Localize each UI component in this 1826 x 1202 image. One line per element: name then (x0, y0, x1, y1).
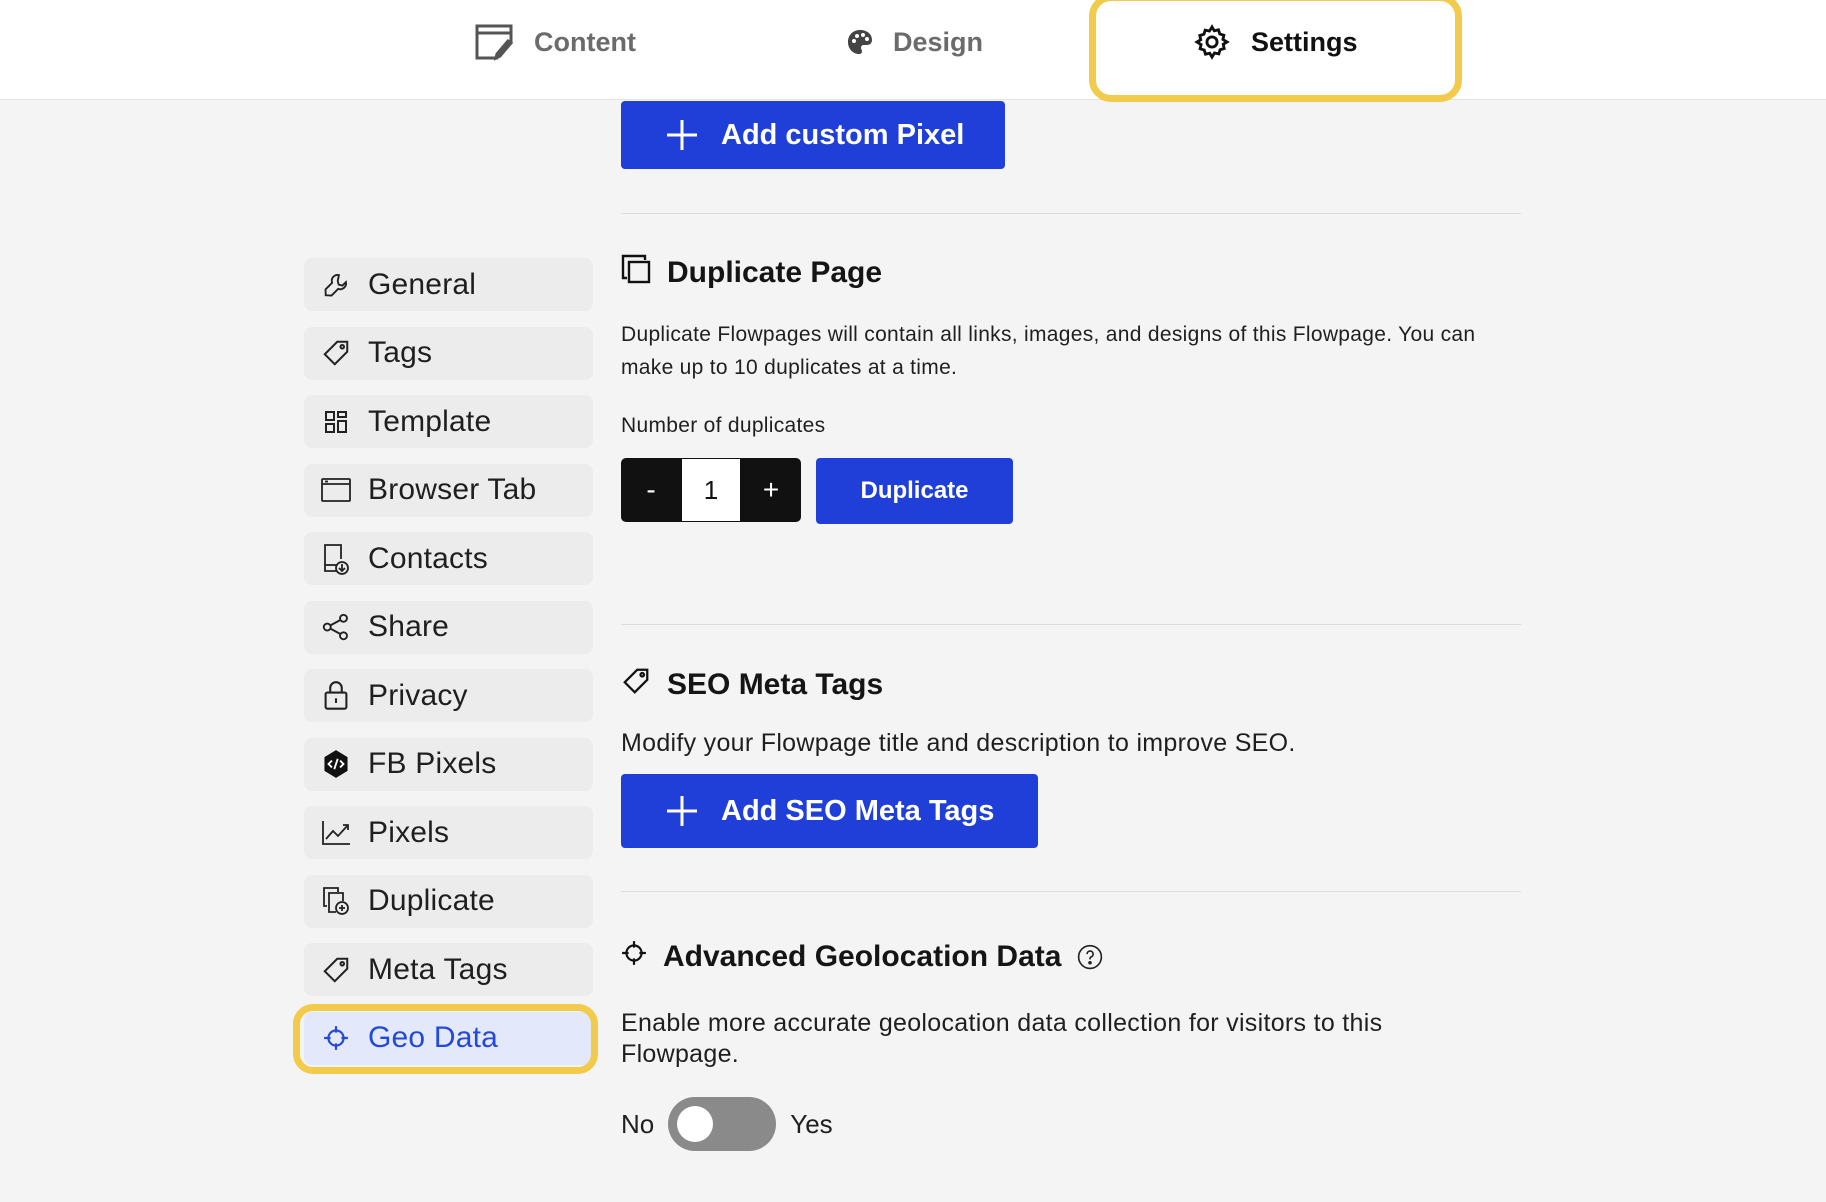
sidebar-item-label: Contacts (368, 541, 488, 575)
share-icon (304, 612, 368, 642)
crosshair-icon (621, 940, 647, 974)
sidebar-item-meta-tags[interactable]: Meta Tags (304, 943, 593, 996)
duplicate-page-description: Duplicate Flowpages will contain all lin… (621, 323, 1476, 379)
tab-settings-label: Settings (1251, 26, 1358, 57)
tag-icon (621, 666, 651, 704)
section-divider (621, 624, 1521, 625)
sidebar-item-template[interactable]: Template (304, 395, 593, 448)
section-divider (621, 891, 1521, 892)
geolocation-heading: Advanced Geolocation Data (621, 940, 1103, 974)
tab-design[interactable]: Design (847, 0, 983, 84)
sidebar-item-label: Tags (368, 336, 433, 369)
toggle-yes-label: Yes (790, 1108, 833, 1139)
tab-design-label: Design (893, 26, 984, 57)
duplicate-page-title: Duplicate Page (667, 256, 883, 289)
geolocation-title: Advanced Geolocation Data (663, 940, 1062, 973)
settings-sidebar: General Tags Template Browser Tab Contac… (304, 258, 593, 1080)
tag-icon (304, 955, 368, 985)
sidebar-item-general[interactable]: General (304, 258, 593, 311)
seo-meta-tags-title: SEO Meta Tags (667, 668, 884, 701)
sidebar-item-label: Share (368, 610, 450, 643)
seo-meta-tags-description: Modify your Flowpage title and descripti… (621, 729, 1296, 757)
plus-icon (665, 794, 699, 828)
duplicate-button[interactable]: Duplicate (816, 458, 1013, 524)
sidebar-item-browser-tab[interactable]: Browser Tab (304, 463, 593, 517)
sidebar-item-duplicate[interactable]: Duplicate (304, 874, 593, 928)
wrench-icon (304, 271, 368, 299)
chart-line-icon (304, 820, 368, 846)
section-divider (621, 213, 1521, 214)
sidebar-item-share[interactable]: Share (304, 600, 593, 654)
sidebar-item-privacy[interactable]: Privacy (304, 669, 593, 722)
duplicate-page-heading: Duplicate Page (621, 254, 882, 292)
duplicate-count-input[interactable] (681, 458, 741, 522)
code-hexagon-icon (304, 749, 368, 779)
sidebar-item-label: Privacy (368, 678, 468, 712)
sidebar-item-label: Pixels (368, 815, 450, 849)
increment-button[interactable]: + (741, 458, 801, 522)
toggle-knob (677, 1106, 714, 1142)
geolocation-toggle-row: No Yes (621, 1097, 833, 1151)
tab-settings[interactable]: Settings (1193, 0, 1358, 84)
browser-tab-icon (304, 478, 368, 502)
seo-meta-tags-heading: SEO Meta Tags (621, 666, 883, 704)
copy-icon (621, 254, 651, 292)
add-seo-meta-tags-label: Add SEO Meta Tags (721, 794, 995, 827)
sidebar-item-label: Meta Tags (368, 952, 508, 986)
duplicate-icon (304, 886, 368, 916)
sidebar-item-contacts[interactable]: Contacts (304, 532, 593, 585)
sidebar-item-label: Geo Data (368, 1021, 499, 1054)
sidebar-item-label: Browser Tab (368, 473, 537, 506)
tag-icon (304, 338, 368, 368)
decrement-button[interactable]: - (621, 458, 681, 522)
sidebar-item-geo-data[interactable]: Geo Data (304, 1011, 593, 1065)
add-custom-pixel-label: Add custom Pixel (721, 118, 965, 151)
sidebar-item-fb-pixels[interactable]: FB Pixels (304, 737, 593, 791)
tab-content[interactable]: Content (474, 0, 636, 84)
sidebar-item-label: Template (368, 404, 492, 438)
geolocation-description: Enable more accurate geolocation data co… (621, 1009, 1383, 1068)
contacts-icon (304, 543, 368, 575)
number-of-duplicates-label: Number of duplicates (621, 414, 826, 437)
add-custom-pixel-button[interactable]: Add custom Pixel (621, 101, 1005, 169)
content-edit-icon (474, 23, 514, 61)
crosshair-icon (304, 1025, 368, 1051)
sidebar-item-pixels[interactable]: Pixels (304, 806, 593, 859)
tab-content-label: Content (534, 26, 636, 57)
sidebar-item-label: FB Pixels (368, 747, 497, 780)
plus-icon (665, 118, 699, 152)
add-seo-meta-tags-button[interactable]: Add SEO Meta Tags (621, 774, 1038, 848)
palette-icon (847, 29, 873, 55)
sidebar-item-label: General (368, 267, 477, 301)
toggle-no-label: No (621, 1108, 655, 1139)
sidebar-item-tags[interactable]: Tags (304, 326, 593, 380)
gear-icon (1193, 23, 1231, 61)
lock-icon (304, 680, 368, 711)
quantity-stepper: - + (621, 458, 801, 522)
template-icon (304, 410, 368, 434)
help-icon[interactable] (1077, 944, 1103, 970)
sidebar-item-label: Duplicate (368, 884, 495, 917)
geolocation-toggle[interactable] (668, 1097, 777, 1151)
top-navigation: Content Design Settings (0, 0, 1826, 100)
